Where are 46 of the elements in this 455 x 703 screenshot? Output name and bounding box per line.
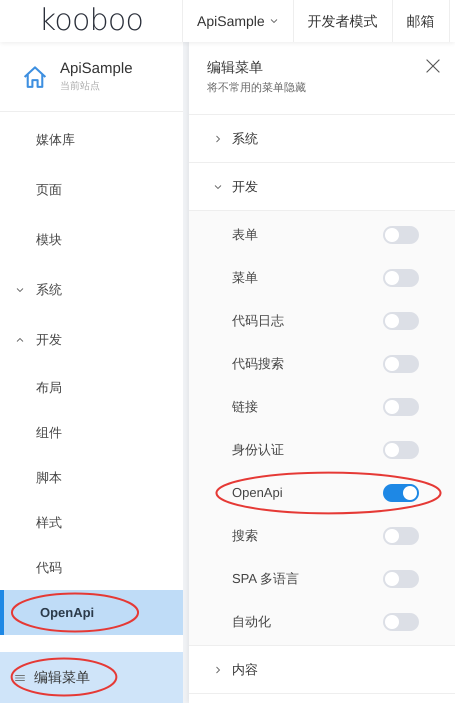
menu-option-label: 表单 [232,226,258,244]
menu-option-label: 链接 [232,398,258,416]
sidebar-item[interactable]: 页面 [0,165,183,215]
sidebar-item[interactable]: 样式 [0,500,183,545]
sidebar-item[interactable]: 代码 [0,545,183,590]
chevron-down-icon [268,16,279,26]
menu-option-label: 搜索 [232,526,258,545]
toggle-switch[interactable] [383,226,419,244]
sidebar-item[interactable]: OpenApi [0,590,183,635]
menu-option-label: 菜单 [232,268,258,287]
toggle-switch[interactable] [383,268,419,286]
toggle-switch[interactable] [383,312,419,330]
sidebar-item[interactable]: 开发 [0,315,183,365]
edit-menu-button[interactable]: 编辑菜单 [0,652,183,703]
menu-option-label: OpenApi [232,484,283,502]
panel-title: 编辑菜单 [207,58,263,77]
home-icon [22,64,48,90]
close-icon [425,58,441,74]
toggle-switch[interactable] [383,440,419,458]
toggle-switch[interactable] [383,612,419,630]
toggle-switch[interactable] [383,484,419,502]
chevron-right-icon [213,134,223,144]
menu-option-label: SPA 多语言 [232,570,299,588]
close-button[interactable] [425,58,441,74]
logo: kooboo [38,6,144,36]
toggle-switch[interactable] [383,398,419,416]
sidebar-item[interactable]: 模块 [0,215,183,265]
menu-option-label: 身份认证 [232,440,284,459]
sidebar-item[interactable]: 媒体库 [0,115,183,165]
group-header[interactable]: 系统 [189,115,455,163]
sidebar-item[interactable]: 脚本 [0,455,183,500]
chevron-down-icon [15,285,25,295]
chevron-right-icon [213,664,223,674]
menu-option-label: 代码搜索 [232,354,284,373]
site-name: ApiSample [60,58,133,78]
panel-subtitle: 将不常用的菜单隐藏 [207,80,306,96]
toggle-switch[interactable] [383,570,419,588]
sidebar-item[interactable]: 组件 [0,410,183,455]
sidebar-item[interactable]: 系统 [0,265,183,315]
toggle-switch[interactable] [383,354,419,372]
menu-option-label: 代码日志 [232,312,284,330]
site-caption: 当前站点 [60,80,101,94]
sidebar-item[interactable]: 布局 [0,365,183,410]
menu-option-label: 自动化 [232,612,271,631]
toggle-switch[interactable] [383,526,419,544]
group-header[interactable]: 内容 [189,646,455,694]
